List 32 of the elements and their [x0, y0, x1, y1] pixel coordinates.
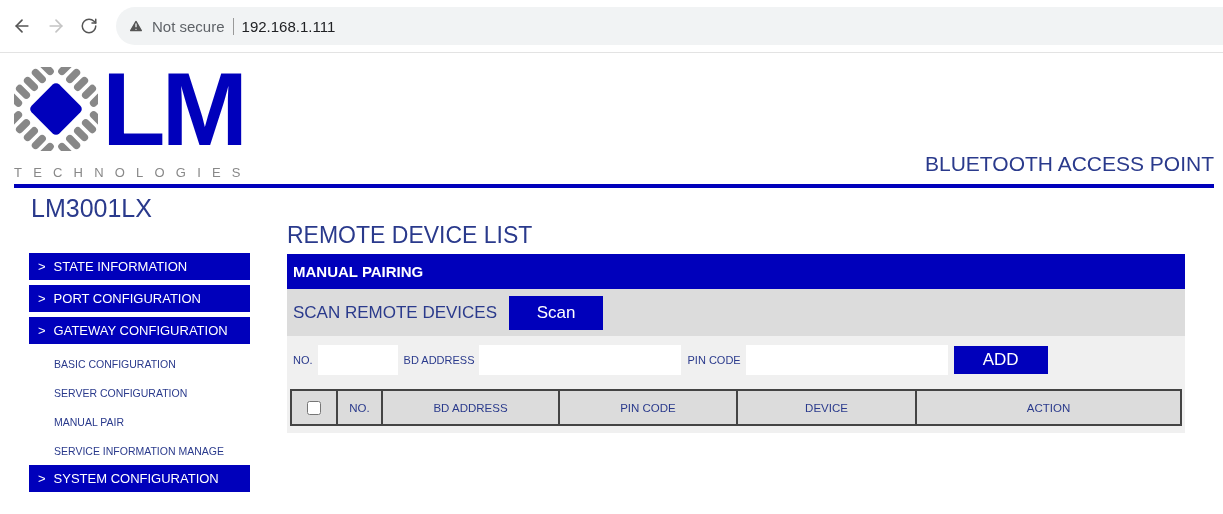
product-title: BLUETOOTH ACCESS POINT: [925, 152, 1214, 177]
field-label: NO.: [293, 354, 313, 366]
scan-label: SCAN REMOTE DEVICES: [293, 302, 498, 323]
logo-mark: LM: [102, 57, 246, 161]
model-name: LM3001LX: [31, 194, 153, 223]
field-label: BD ADDRESS: [403, 354, 475, 366]
field-label: PIN CODE: [687, 354, 741, 366]
submenu-item[interactable]: SERVER CONFIGURATION: [54, 378, 250, 407]
column-header: BD ADDRESS: [381, 391, 558, 424]
chip-icon: [14, 67, 98, 151]
column-header: NO.: [336, 391, 381, 424]
select-all-checkbox[interactable]: [307, 400, 321, 415]
menu-item[interactable]: > PORT CONFIGURATION: [29, 285, 250, 312]
page-title: REMOTE DEVICE LIST: [287, 222, 534, 249]
reload-button[interactable]: [80, 17, 98, 35]
section-header: MANUAL PAIRING: [287, 254, 1185, 289]
warning-icon: [128, 18, 144, 34]
submenu-item[interactable]: BASIC CONFIGURATION: [54, 349, 250, 378]
submenu-item[interactable]: SERVICE INFORMATION MANAGE: [54, 436, 250, 465]
address-bar[interactable]: Not secure 192.168.1.111: [116, 7, 1223, 45]
menu-item[interactable]: > SYSTEM CONFIGURATION: [29, 465, 250, 492]
add-button[interactable]: ADD: [953, 346, 1048, 374]
security-label: Not secure: [152, 17, 234, 35]
scan-button[interactable]: Scan: [509, 295, 604, 330]
column-header: PIN CODE: [558, 391, 736, 424]
url-text: 192.168.1.111: [241, 17, 336, 35]
column-header: ACTION: [915, 391, 1180, 424]
menu-item[interactable]: > GATEWAY CONFIGURATION: [29, 317, 250, 344]
submenu-item[interactable]: MANUAL PAIR: [54, 407, 250, 436]
logo-tagline: TECHNOLOGIES: [14, 165, 252, 180]
column-header: DEVICE: [736, 391, 915, 424]
menu-item[interactable]: > STATE INFORMATION: [29, 253, 250, 280]
